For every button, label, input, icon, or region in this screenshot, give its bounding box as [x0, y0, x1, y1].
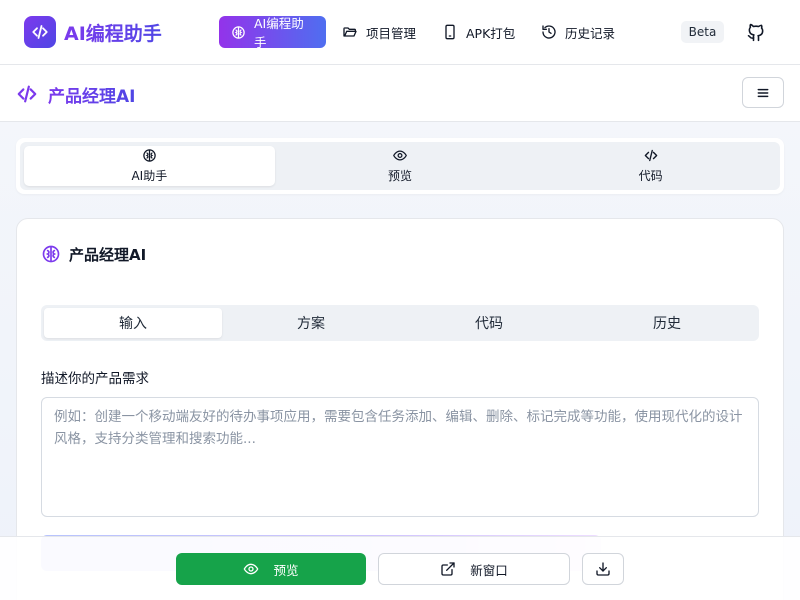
page-title: 产品经理AI	[16, 82, 135, 107]
requirement-label: 描述你的产品需求	[41, 371, 149, 387]
brain-icon	[232, 25, 245, 39]
requirement-textarea[interactable]	[41, 397, 759, 517]
nav-item-apk[interactable]: APK打包	[442, 16, 515, 48]
bottom-action-bar: 预览 新窗口	[0, 536, 800, 600]
brand[interactable]: AI编程助手	[24, 16, 162, 48]
tab-card-code[interactable]: 代码	[400, 308, 578, 338]
main-tabs-list: AI助手 预览 代码	[20, 142, 780, 190]
nav-item-label: AI编程助手	[254, 16, 304, 50]
brain-icon	[143, 149, 156, 162]
smartphone-icon	[445, 24, 455, 40]
card-header: 产品经理AI	[41, 243, 146, 265]
nav-item-history[interactable]: 历史记录	[541, 16, 615, 48]
preview-button-label: 预览	[273, 562, 299, 578]
nav-item-projects[interactable]: 项目管理	[342, 16, 416, 48]
menu-button[interactable]	[742, 77, 784, 108]
download-button[interactable]	[582, 553, 624, 585]
github-icon[interactable]	[746, 22, 766, 42]
eye-icon	[244, 563, 259, 575]
tab-code[interactable]: 代码	[525, 146, 776, 186]
eye-icon	[393, 150, 407, 161]
nav-item-ai-assistant[interactable]: AI编程助手	[219, 16, 326, 50]
code-icon	[24, 16, 56, 48]
preview-button[interactable]: 预览	[176, 553, 366, 585]
brand-name: AI编程助手	[64, 19, 162, 46]
folder-open-icon	[343, 27, 357, 37]
sub-header: 产品经理AI	[0, 65, 800, 122]
external-link-icon	[441, 562, 455, 576]
brain-icon	[42, 245, 60, 263]
nav-item-label: APK打包	[466, 25, 516, 41]
tab-ai-assistant[interactable]: AI助手	[24, 146, 275, 186]
tab-preview[interactable]: 预览	[275, 146, 526, 186]
card-tabs: 输入 方案 代码 历史	[41, 305, 759, 341]
tab-label: 代码	[638, 169, 663, 183]
code-icon	[17, 85, 37, 103]
new-window-button[interactable]: 新窗口	[378, 553, 570, 585]
card-title: 产品经理AI	[69, 245, 147, 264]
nav-item-label: 项目管理	[366, 25, 417, 41]
history-icon	[542, 25, 556, 39]
download-icon	[596, 562, 610, 576]
page-title-text: 产品经理AI	[48, 82, 135, 107]
top-navigation: AI编程助手 AI编程助手 项目管理 APK打包 历史记录 Beta	[0, 0, 800, 65]
nav-item-label: 历史记录	[565, 25, 616, 41]
tab-plan[interactable]: 方案	[222, 308, 400, 338]
tab-card-history[interactable]: 历史	[578, 308, 756, 338]
beta-badge: Beta	[681, 21, 724, 43]
new-window-button-label: 新窗口	[470, 562, 508, 578]
tab-input[interactable]: 输入	[44, 308, 222, 338]
menu-icon	[757, 88, 769, 97]
main-tabs: AI助手 预览 代码	[16, 138, 784, 194]
code-icon	[644, 149, 657, 162]
tab-label: 预览	[388, 169, 413, 183]
tab-label: AI助手	[131, 169, 168, 183]
